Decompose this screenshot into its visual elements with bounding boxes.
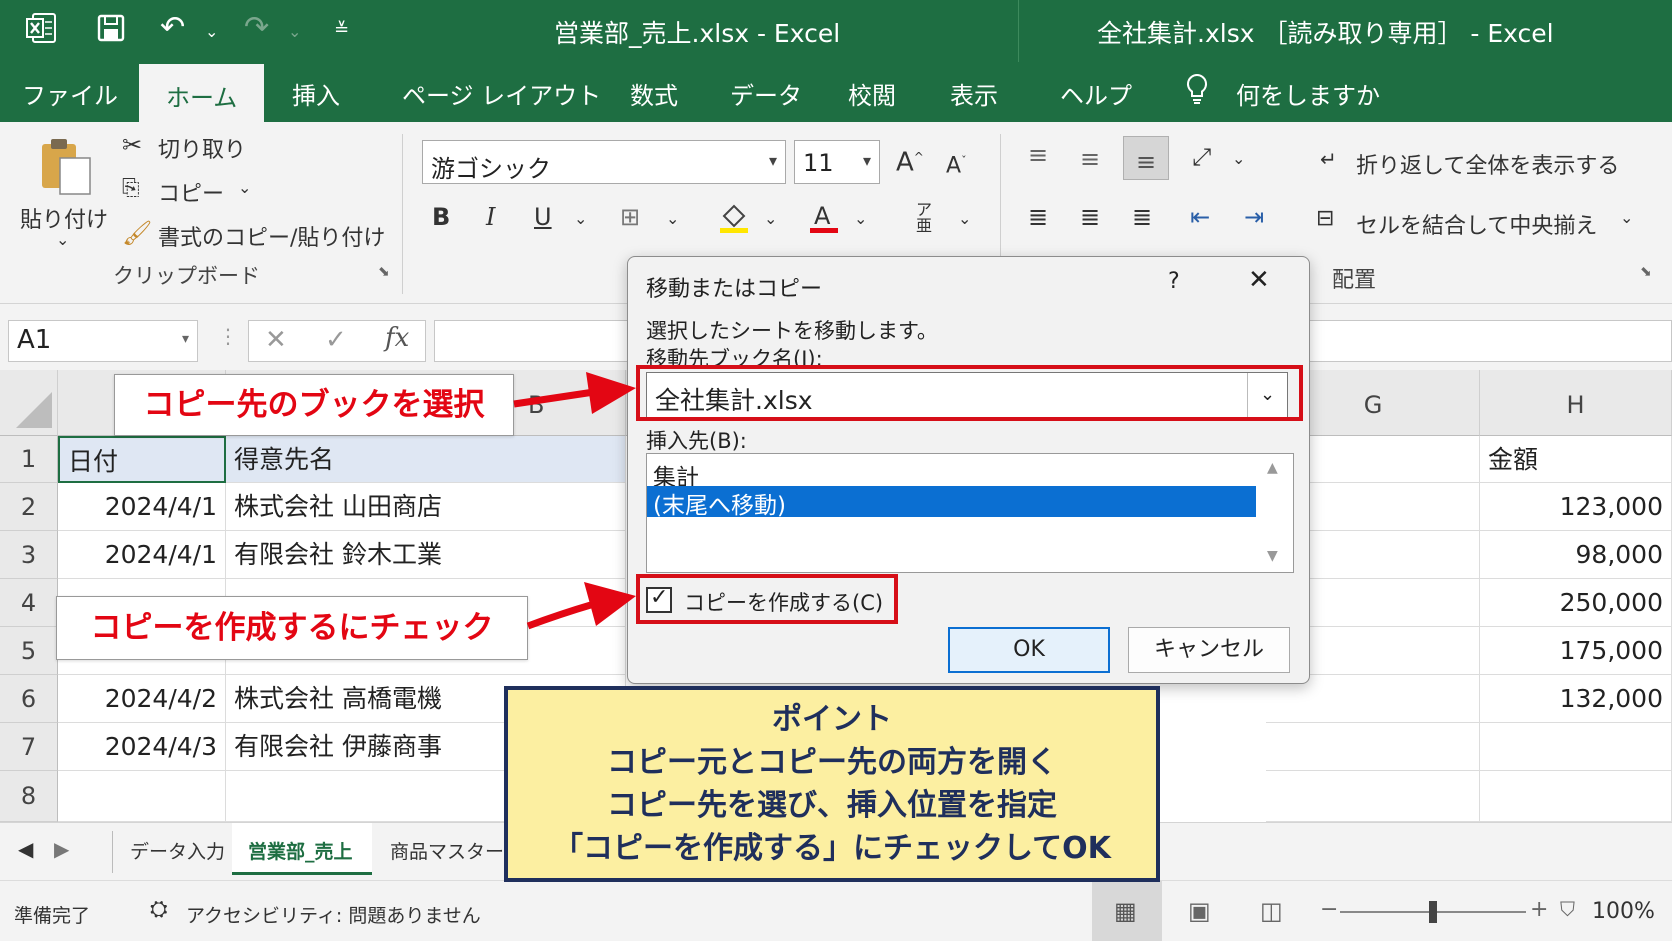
- point-heading: ポイント: [772, 702, 892, 737]
- arrow-to-copy-checkbox: [526, 600, 595, 630]
- point-line: コピー元とコピー先の両方を開く: [607, 745, 1057, 780]
- arrow-to-book-select: [513, 388, 595, 408]
- point-line: コピー先を選び、挿入位置を指定: [607, 788, 1057, 823]
- point-note: ポイント コピー元とコピー先の両方を開く コピー先を選び、挿入位置を指定 「コピ…: [504, 686, 1160, 882]
- arrow-head-icon: [584, 582, 636, 626]
- point-line: 「コピーを作成する」にチェックしてOK: [553, 831, 1111, 866]
- excel-window: ↶ ⌄ ↷ ⌄ ≚ 営業部_売上.xlsx - Excel 全社集計.xlsx …: [0, 0, 1672, 941]
- arrow-head-icon: [586, 372, 636, 414]
